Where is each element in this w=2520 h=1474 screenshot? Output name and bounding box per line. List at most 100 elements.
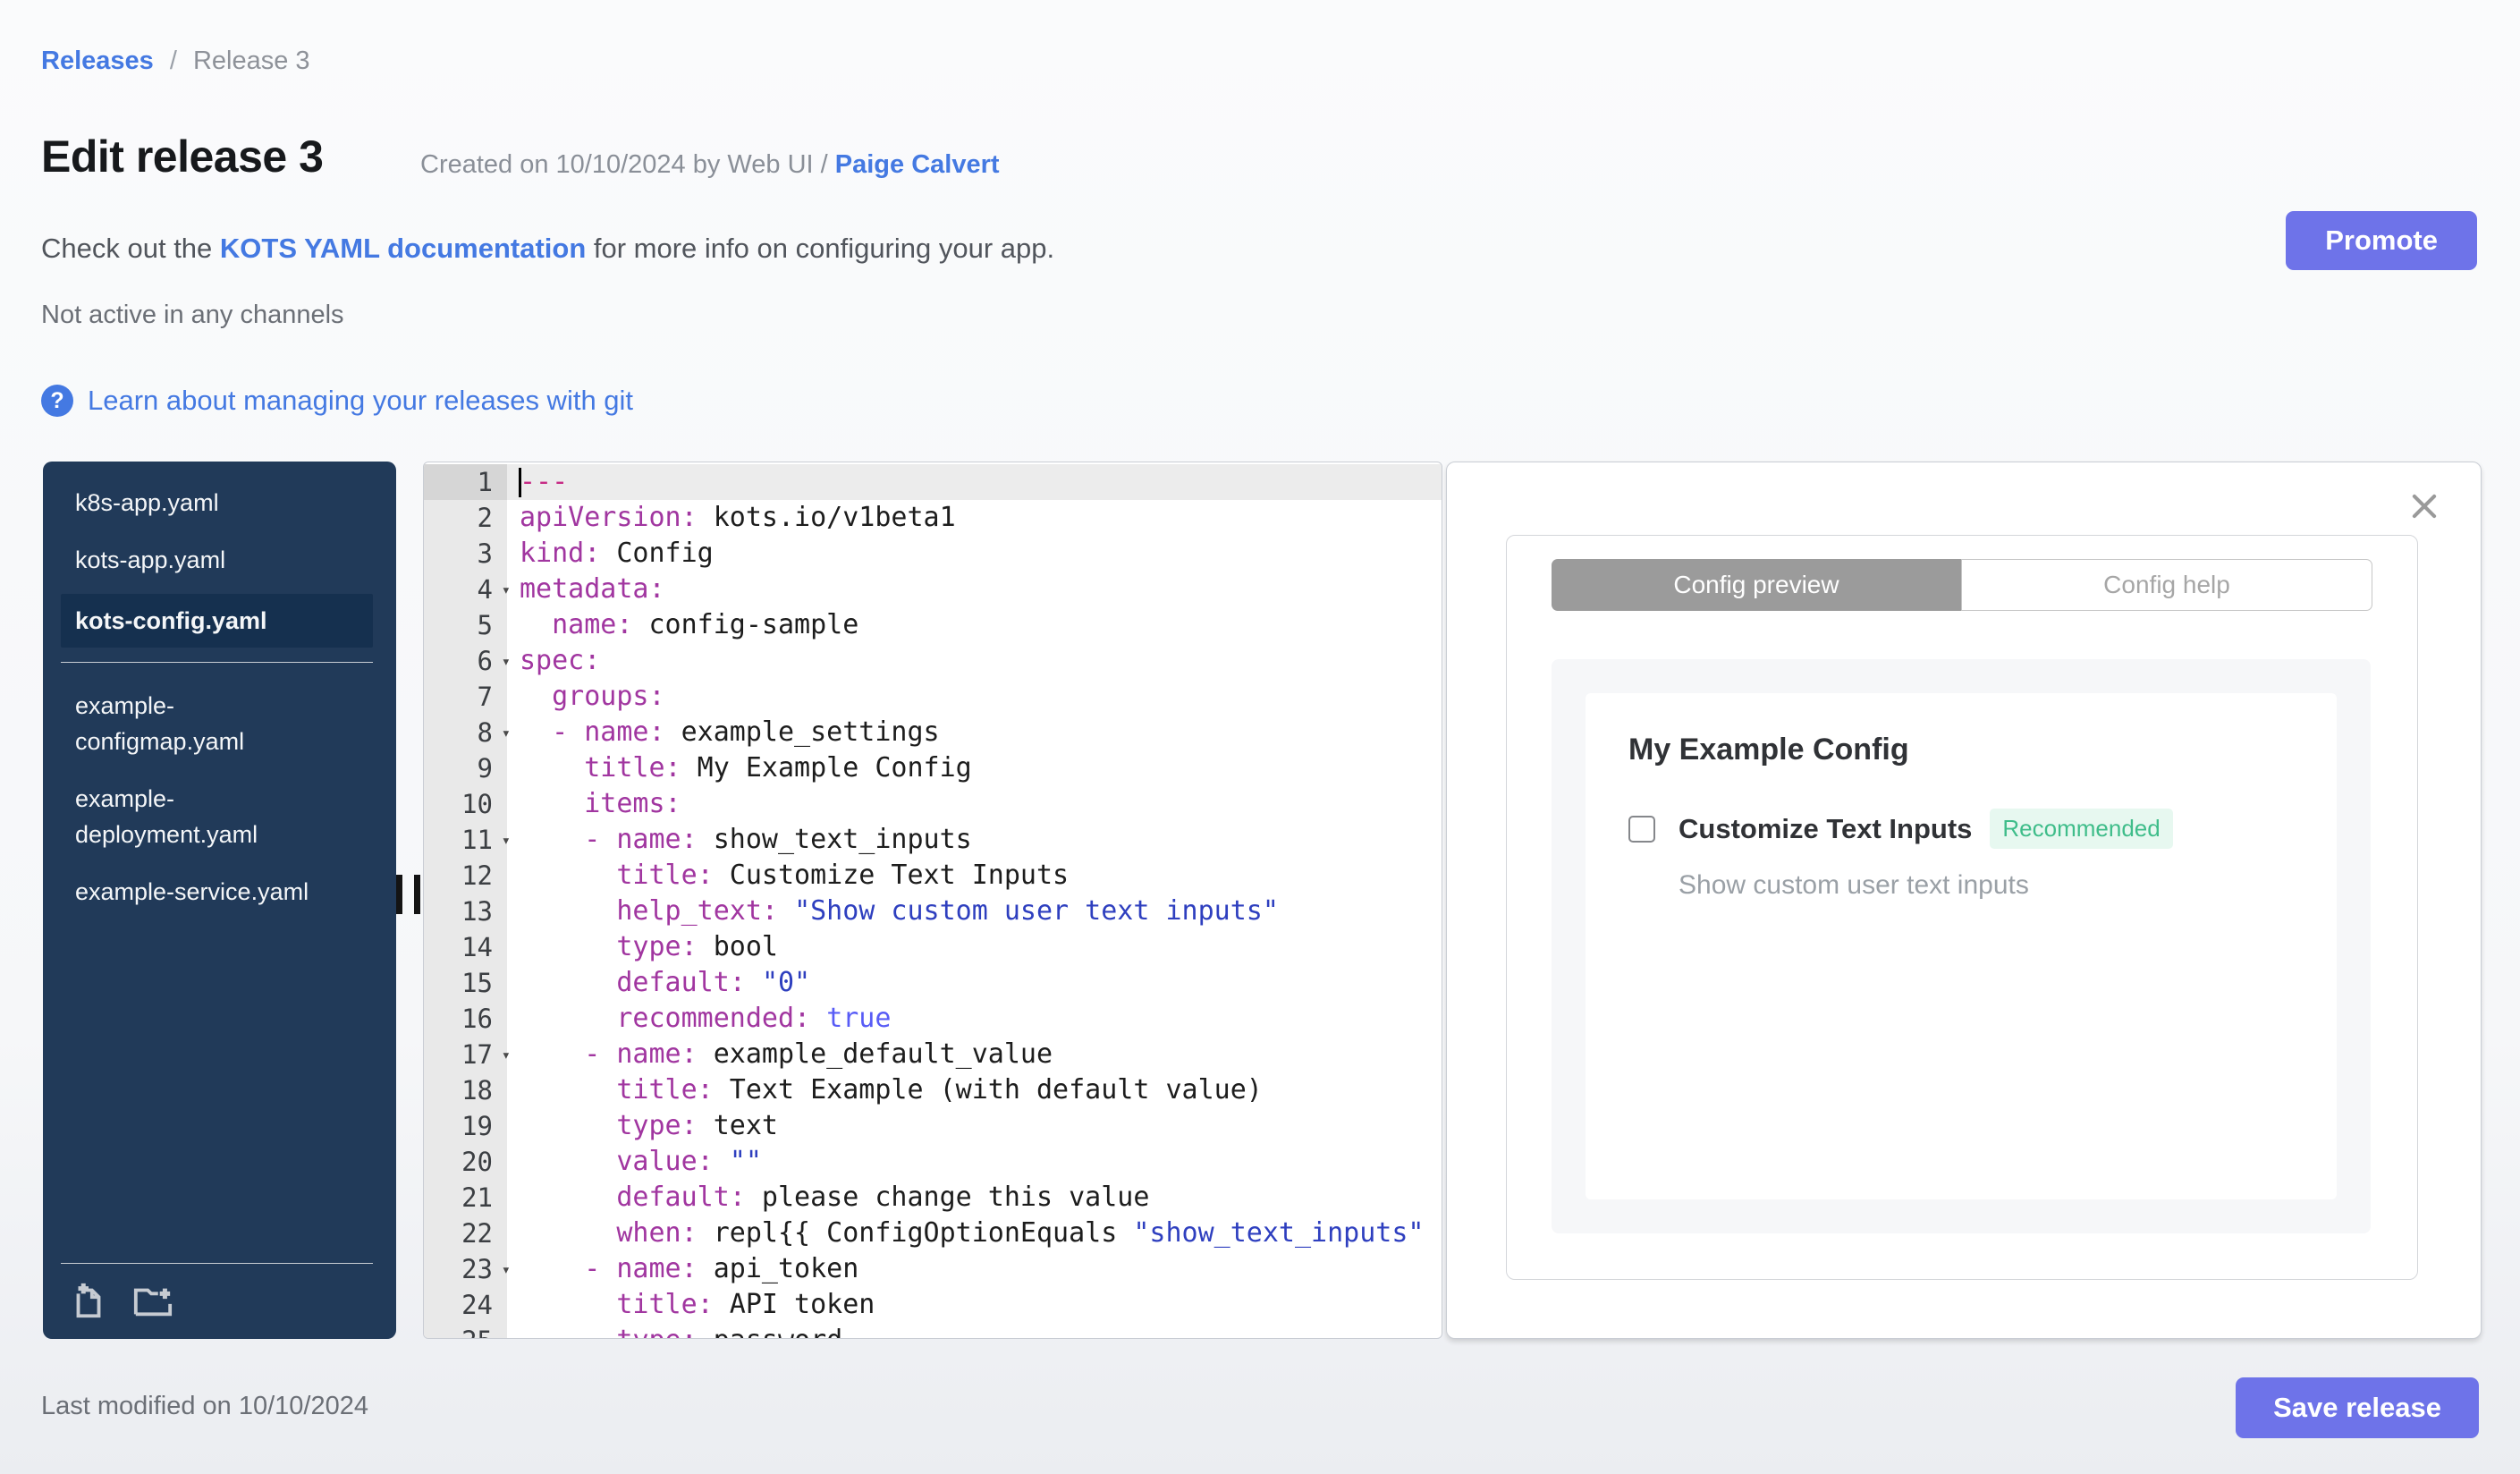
breadcrumb: Releases / Release 3: [41, 47, 310, 76]
code-line[interactable]: 2 apiVersion: kots.io/v1beta1: [424, 500, 1442, 536]
docs-line-prefix: Check out the: [41, 233, 220, 264]
code-text: type: password: [507, 1323, 1442, 1338]
file-item-example-service-yaml[interactable]: example-service.yaml: [43, 868, 396, 915]
git-help-link[interactable]: ? Learn about managing your releases wit…: [41, 385, 633, 417]
line-number[interactable]: 16: [424, 1001, 507, 1037]
code-line[interactable]: 12 title: Customize Text Inputs: [424, 858, 1442, 894]
line-number[interactable]: 25: [424, 1323, 507, 1338]
new-folder-icon[interactable]: [132, 1280, 173, 1321]
code-line[interactable]: 6 ▾ spec:: [424, 643, 1442, 679]
divider: [61, 1263, 373, 1264]
code-line[interactable]: 1 ---: [424, 464, 1442, 500]
code-line[interactable]: 14 type: bool: [424, 929, 1442, 965]
code-line[interactable]: 11 ▾ - name: show_text_inputs: [424, 822, 1442, 858]
line-number[interactable]: 17 ▾: [424, 1037, 511, 1072]
code-line[interactable]: 23 ▾ - name: api_token: [424, 1251, 1442, 1287]
code-line[interactable]: 16 recommended: true: [424, 1001, 1442, 1037]
close-icon[interactable]: [2407, 489, 2441, 523]
page-title: Edit release 3: [41, 131, 324, 182]
code-line[interactable]: 20 value: "": [424, 1144, 1442, 1180]
new-file-icon[interactable]: [68, 1280, 109, 1321]
line-number[interactable]: 20: [424, 1144, 507, 1180]
line-number[interactable]: 11 ▾: [424, 822, 511, 858]
line-number[interactable]: 7: [424, 679, 507, 715]
file-item-k8s-app-yaml[interactable]: k8s-app.yaml: [43, 479, 396, 526]
code-line[interactable]: 9 title: My Example Config: [424, 750, 1442, 786]
config-tab-bar: Config preview Config help: [1552, 559, 2372, 611]
code-text: kind: Config: [520, 538, 714, 569]
line-number[interactable]: 9: [424, 750, 507, 786]
breadcrumb-releases-link[interactable]: Releases: [41, 47, 154, 75]
code-text: when: repl{{ ConfigOptionEquals "show_te…: [616, 1217, 1425, 1249]
pane-resize-handle-left[interactable]: [396, 875, 423, 914]
code-line[interactable]: 22 when: repl{{ ConfigOptionEquals "show…: [424, 1216, 1442, 1251]
config-preview-area: My Example Config Customize Text Inputs …: [1552, 659, 2371, 1233]
channel-status: Not active in any channels: [41, 301, 344, 329]
customize-text-inputs-checkbox[interactable]: [1628, 815, 1655, 843]
sidebar-footer: [43, 1263, 396, 1339]
yaml-editor[interactable]: 1 --- 2 apiVersion: kots.io/v1beta1 3 kind: C…: [423, 462, 1442, 1339]
code-line[interactable]: 5 name: config-sample: [424, 607, 1442, 643]
config-panel: Config preview Config help My Example Co…: [1446, 462, 2482, 1339]
code-line[interactable]: 24 title: API token: [424, 1287, 1442, 1323]
author-link[interactable]: Paige Calvert: [835, 150, 1000, 179]
line-number[interactable]: 4 ▾: [424, 572, 511, 607]
line-number[interactable]: 13: [424, 894, 507, 929]
breadcrumb-separator: /: [169, 47, 177, 75]
last-modified-text: Last modified on 10/10/2024: [41, 1392, 368, 1420]
promote-button[interactable]: Promote: [2286, 211, 2477, 270]
line-number[interactable]: 6 ▾: [424, 643, 511, 679]
tab-config-preview[interactable]: Config preview: [1552, 559, 1961, 611]
code-line[interactable]: 13 help_text: "Show custom user text inp…: [424, 894, 1442, 929]
code-line[interactable]: 8 ▾ - name: example_settings: [424, 715, 1442, 750]
line-number[interactable]: 14: [424, 929, 507, 965]
file-item-kots-config-yaml[interactable]: kots-config.yaml: [61, 594, 373, 648]
save-release-button[interactable]: Save release: [2236, 1377, 2479, 1438]
code-line[interactable]: 15 default: "0": [424, 965, 1442, 1001]
file-item-kots-app-yaml[interactable]: kots-app.yaml: [43, 537, 396, 583]
tab-config-help[interactable]: Config help: [1961, 559, 2372, 611]
code-line[interactable]: 21 default: please change this value: [424, 1180, 1442, 1216]
code-line[interactable]: 18 title: Text Example (with default val…: [424, 1072, 1442, 1108]
code-line[interactable]: 25 type: password: [424, 1323, 1442, 1338]
line-number[interactable]: 5: [424, 607, 507, 643]
line-number[interactable]: 10: [424, 786, 507, 822]
line-number[interactable]: 1: [424, 464, 507, 500]
line-number[interactable]: 24: [424, 1287, 507, 1323]
release-meta-text: Created on 10/10/2024 by Web UI /: [420, 150, 835, 179]
code-line[interactable]: 10 items:: [424, 786, 1442, 822]
code-text: - name: show_text_inputs: [584, 824, 972, 855]
code-line[interactable]: 3 kind: Config: [424, 536, 1442, 572]
file-list: k8s-app.yaml kots-app.yaml kots-config.yam…: [43, 462, 396, 915]
line-number[interactable]: 8 ▾: [424, 715, 511, 750]
kots-docs-link[interactable]: KOTS YAML documentation: [220, 233, 586, 264]
line-number[interactable]: 22: [424, 1216, 507, 1251]
code-text: title: API token: [616, 1289, 875, 1320]
code-line[interactable]: 17 ▾ - name: example_default_value: [424, 1037, 1442, 1072]
code-line[interactable]: 4 ▾ metadata:: [424, 572, 1442, 607]
line-number[interactable]: 21: [424, 1180, 507, 1216]
config-group-title: My Example Config: [1628, 733, 1909, 767]
line-number[interactable]: 2: [424, 500, 507, 536]
line-number[interactable]: 12: [424, 858, 507, 894]
code-text: help_text: "Show custom user text inputs…: [616, 895, 1279, 927]
file-item-example-deployment-yaml[interactable]: example- deployment.yaml: [43, 775, 396, 858]
line-number[interactable]: 3: [424, 536, 507, 572]
line-number[interactable]: 15: [424, 965, 507, 1001]
code-text: - name: example_settings: [552, 716, 940, 748]
code-line[interactable]: 19 type: text: [424, 1108, 1442, 1144]
docs-line: Check out the KOTS YAML documentation fo…: [41, 233, 1054, 265]
file-tree-sidebar: k8s-app.yaml kots-app.yaml kots-config.yam…: [43, 462, 396, 1339]
file-item-example-configmap-yaml[interactable]: example- configmap.yaml: [43, 682, 396, 765]
docs-line-suffix: for more info on configuring your app.: [586, 233, 1055, 264]
code-text: title: Customize Text Inputs: [616, 860, 1070, 891]
code-text: groups:: [552, 681, 665, 712]
breadcrumb-current: Release 3: [192, 47, 310, 75]
config-preview-card: My Example Config Customize Text Inputs …: [1586, 693, 2337, 1199]
code-line[interactable]: 7 groups:: [424, 679, 1442, 715]
line-number[interactable]: 18: [424, 1072, 507, 1108]
code-text: - name: api_token: [584, 1253, 859, 1284]
line-number[interactable]: 23 ▾: [424, 1251, 511, 1287]
code-text: ---: [507, 464, 1442, 500]
line-number[interactable]: 19: [424, 1108, 507, 1144]
